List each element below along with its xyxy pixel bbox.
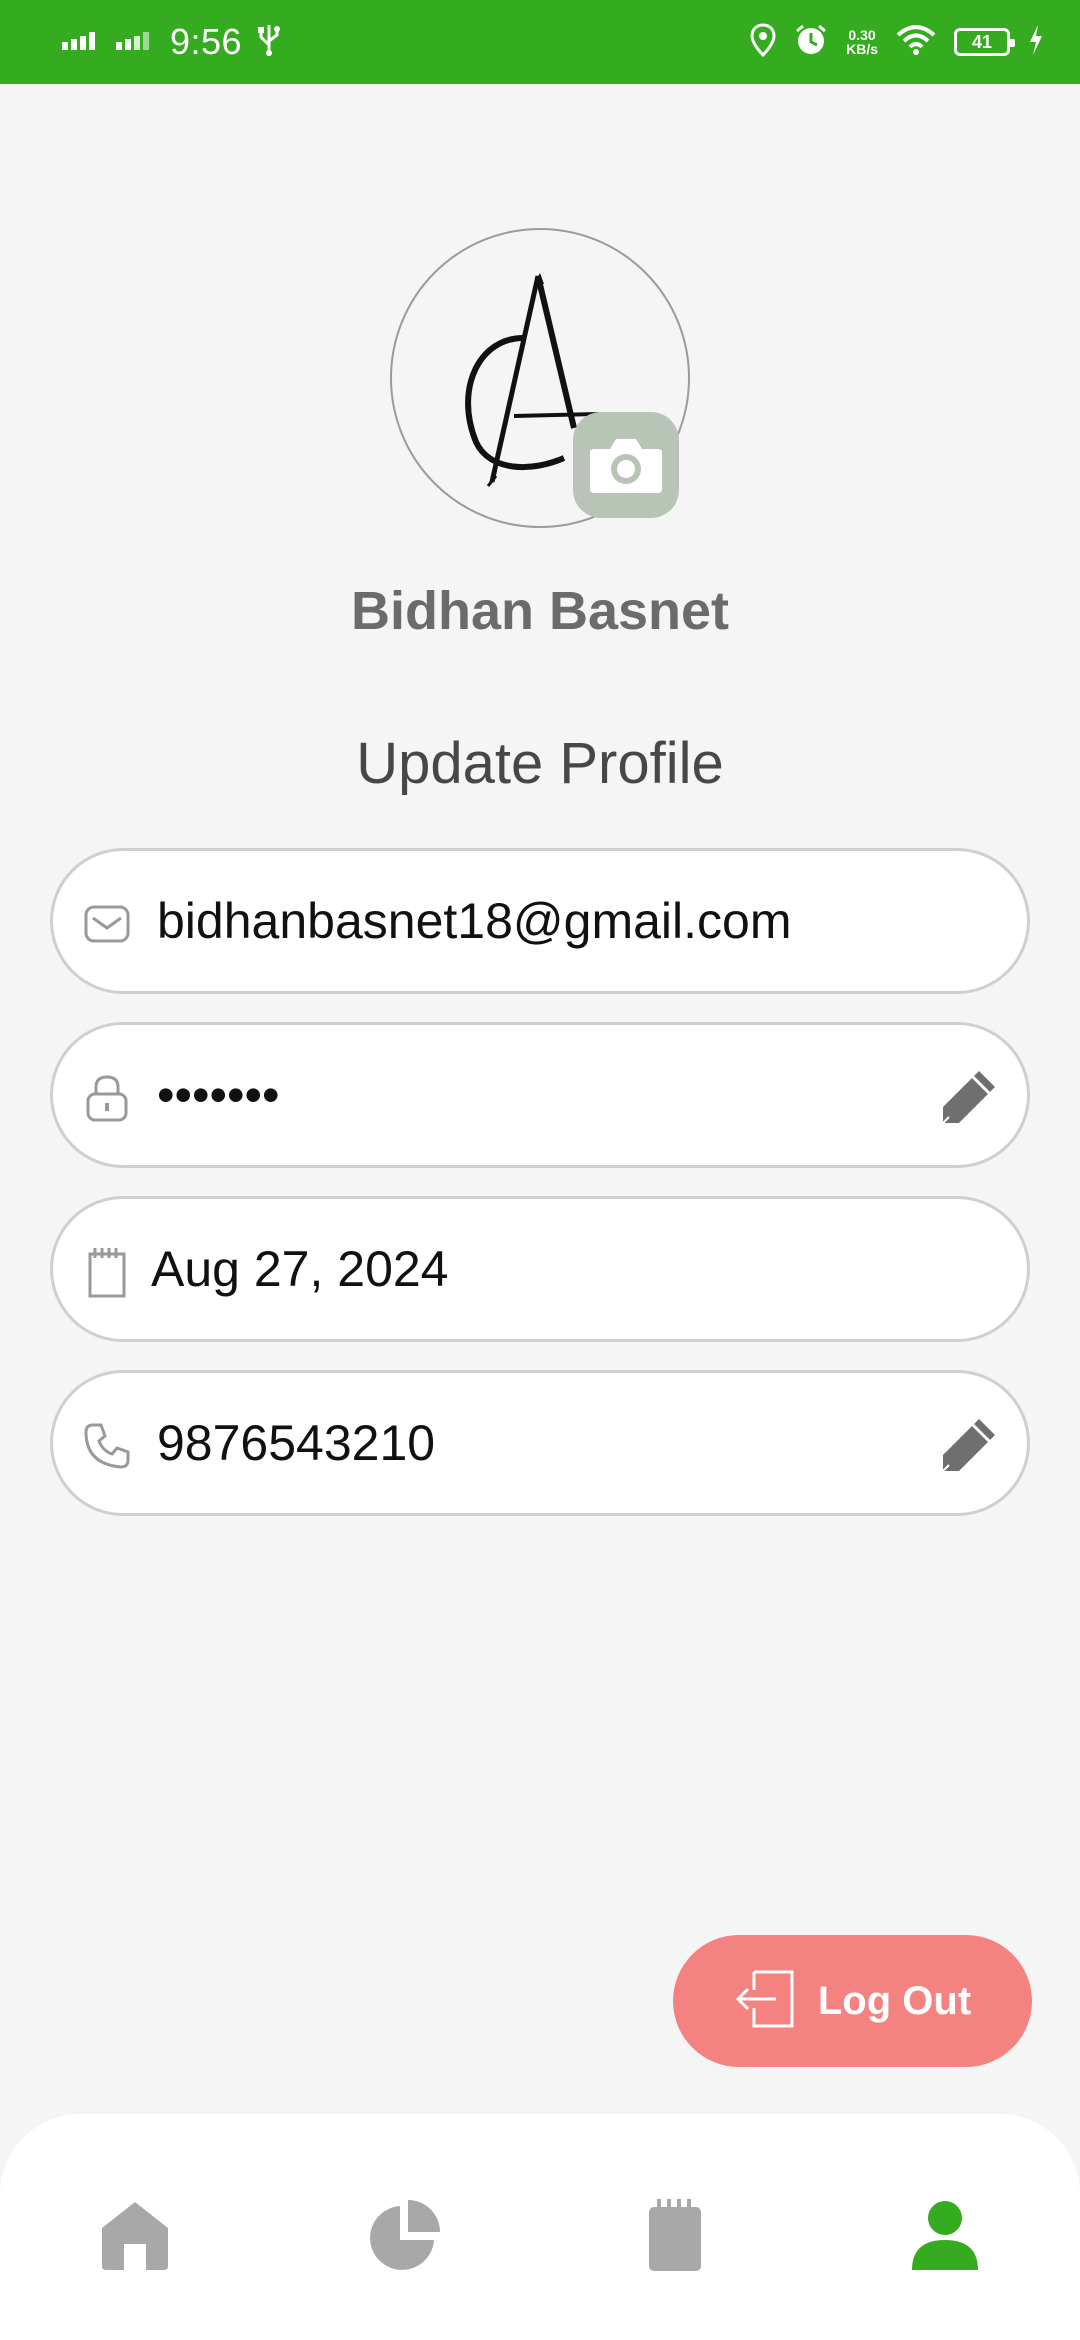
status-bar: 9:56 0.30 KB/s 41 bbox=[0, 0, 1080, 84]
pie-chart-icon bbox=[370, 2200, 440, 2270]
battery-icon: 41 bbox=[954, 28, 1015, 56]
email-field[interactable]: bidhanbasnet18@gmail.com bbox=[50, 848, 1030, 994]
signal-icon bbox=[62, 30, 102, 55]
email-value: bidhanbasnet18@gmail.com bbox=[157, 893, 792, 949]
phone-field[interactable]: 9876543210 bbox=[50, 1370, 1030, 1516]
phone-icon bbox=[79, 1418, 135, 1474]
logout-button[interactable]: Log Out bbox=[673, 1935, 1032, 2067]
battery-level: 41 bbox=[971, 31, 993, 52]
nav-notes[interactable] bbox=[630, 2190, 720, 2280]
charging-icon bbox=[1028, 24, 1044, 60]
calendar-icon bbox=[79, 1244, 135, 1300]
signal-icon-secondary bbox=[116, 30, 156, 55]
password-field[interactable]: ••••••• bbox=[50, 1022, 1030, 1168]
mail-icon bbox=[79, 896, 135, 952]
wifi-icon bbox=[896, 24, 936, 60]
location-icon bbox=[750, 22, 776, 62]
phone-value: 9876543210 bbox=[157, 1415, 436, 1471]
password-value: ••••••• bbox=[157, 1067, 280, 1123]
home-icon bbox=[102, 2202, 168, 2270]
status-time: 9:56 bbox=[170, 21, 243, 62]
pencil-icon bbox=[942, 1071, 995, 1124]
lock-icon bbox=[79, 1070, 135, 1126]
alarm-icon bbox=[794, 23, 828, 62]
change-photo-button[interactable] bbox=[573, 412, 679, 518]
nav-home[interactable] bbox=[90, 2190, 180, 2280]
pencil-icon bbox=[942, 1419, 995, 1472]
edit-password-button[interactable] bbox=[937, 1065, 1001, 1129]
person-icon bbox=[912, 2201, 978, 2270]
speed-unit: KB/s bbox=[846, 41, 878, 57]
usb-icon bbox=[256, 23, 282, 62]
date-value: Aug 27, 2024 bbox=[151, 1241, 449, 1297]
speed-value: 0.30 bbox=[848, 27, 876, 43]
network-speed: 0.30 KB/s bbox=[846, 28, 878, 56]
avatar-container bbox=[390, 228, 690, 528]
profile-name: Bidhan Basnet bbox=[350, 581, 730, 641]
nav-stats[interactable] bbox=[360, 2190, 450, 2280]
edit-phone-button[interactable] bbox=[937, 1413, 1001, 1477]
page-title: Update Profile bbox=[356, 731, 724, 796]
nav-profile[interactable] bbox=[900, 2190, 990, 2280]
notepad-icon bbox=[649, 2199, 701, 2271]
logout-icon bbox=[734, 1968, 796, 2035]
bottom-nav bbox=[0, 2114, 1080, 2340]
logout-label: Log Out bbox=[817, 1978, 972, 2023]
camera-icon bbox=[590, 439, 662, 493]
date-field[interactable]: Aug 27, 2024 bbox=[50, 1196, 1030, 1342]
